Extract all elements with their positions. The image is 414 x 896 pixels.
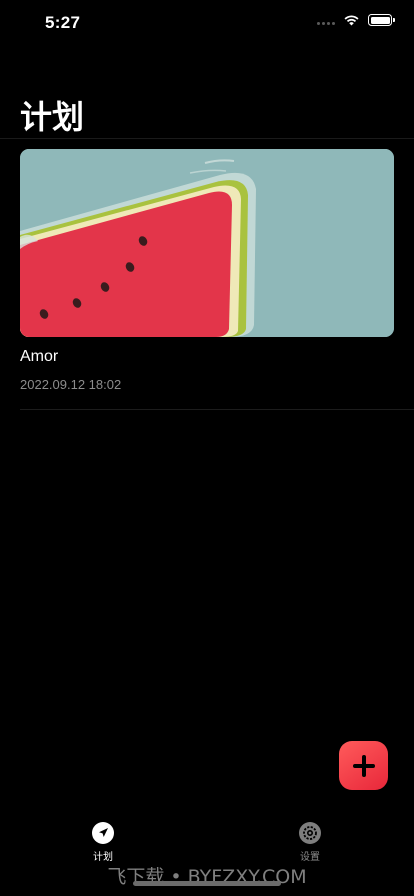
plan-date: 2022.09.12 18:02 xyxy=(20,377,122,392)
wifi-icon xyxy=(344,15,359,26)
tab-settings-label: 设置 xyxy=(300,852,320,863)
gear-icon xyxy=(299,822,321,844)
tab-settings[interactable]: 设置 xyxy=(270,822,350,863)
plus-icon xyxy=(352,754,375,777)
status-indicators xyxy=(317,14,395,26)
home-indicator[interactable] xyxy=(133,881,281,886)
add-plan-button[interactable] xyxy=(339,741,388,790)
page-title: 计划 xyxy=(20,98,85,136)
header-divider xyxy=(0,138,414,139)
navigation-arrow-icon xyxy=(92,822,114,844)
tab-plan-label: 计划 xyxy=(93,852,113,863)
battery-icon xyxy=(368,14,395,26)
tab-plan[interactable]: 计划 xyxy=(63,822,143,863)
card-divider xyxy=(20,409,414,410)
plan-title: Amor xyxy=(20,348,59,365)
plan-card[interactable]: Amor 2022.09.12 18:02 xyxy=(20,149,394,399)
status-bar: 5:27 xyxy=(0,0,414,44)
cellular-signal-icon xyxy=(317,15,335,25)
status-time: 5:27 xyxy=(45,13,81,32)
plan-cover-image xyxy=(20,149,394,337)
